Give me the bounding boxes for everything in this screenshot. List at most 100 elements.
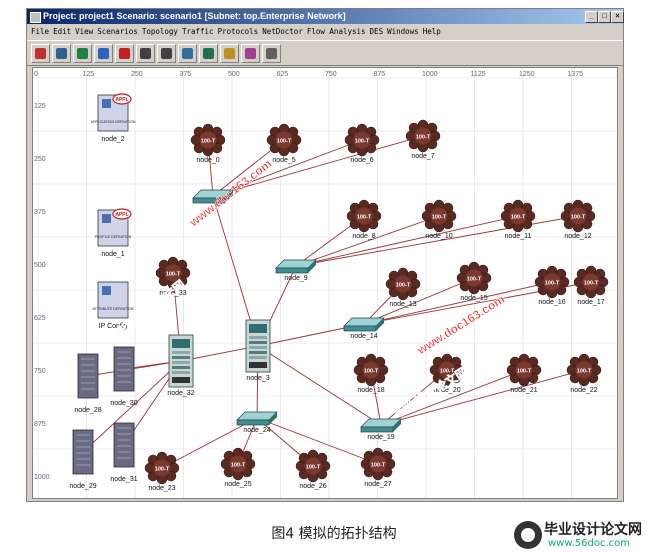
ruler-x-tick: 750	[325, 71, 337, 78]
node-label: node_27	[364, 481, 391, 488]
topology-icon	[77, 48, 88, 59]
node-node-12[interactable]: 100-T node_12	[560, 199, 596, 240]
node-label: node_26	[299, 483, 326, 490]
menu-edit[interactable]: Edit	[53, 25, 71, 39]
definition-badge-text: APPL	[115, 212, 128, 218]
node-node-2[interactable]: APPL APPLICATION DEFINITION node_2	[91, 93, 136, 143]
ruler-x-tick: 250	[131, 71, 143, 78]
node-node-22[interactable]: 100-T node_22	[566, 353, 602, 394]
view-results-button[interactable]	[220, 44, 239, 63]
node-label: node_6	[350, 157, 373, 164]
node-label: node_30	[110, 400, 137, 407]
failure-icon	[119, 48, 130, 59]
node-label: node_7	[411, 153, 434, 160]
node-node-30[interactable]: node_30	[110, 346, 138, 407]
ruler-x-tick: 500	[228, 71, 240, 78]
server-case	[77, 353, 99, 399]
node-node-21[interactable]: 100-T node_21	[506, 353, 542, 394]
node-label: node_21	[510, 387, 537, 394]
node-label: node_0	[196, 157, 219, 164]
configure-button[interactable]	[178, 44, 197, 63]
node-node-28[interactable]: node_28	[74, 353, 102, 414]
switch-front-face	[360, 426, 394, 433]
ruler-x-tick: 875	[374, 71, 386, 78]
node-label: node_22	[570, 387, 597, 394]
title-bar[interactable]: Project: project1 Scenario: scenario1 [S…	[27, 9, 624, 24]
node-node-26[interactable]: 100-T node_26	[295, 449, 331, 490]
menu-netdoctor[interactable]: NetDoctor	[262, 25, 303, 39]
node-node-19[interactable]: node_19	[360, 418, 402, 441]
menu-topology[interactable]: Topology	[142, 25, 178, 39]
switch-icon	[360, 418, 402, 433]
server-case	[72, 429, 94, 475]
workspace-canvas[interactable]: 0 125 250 375 500 625 750 875 1000 1125 1250 1375 15…	[32, 67, 624, 503]
menu-scenarios[interactable]: Scenarios	[97, 25, 138, 39]
menu-view[interactable]: View	[75, 25, 93, 39]
menu-protocols[interactable]: Protocols	[218, 25, 259, 39]
node-node-1[interactable]: APPL PROFILE DEFINITION node_1	[95, 208, 132, 258]
router-slot	[249, 346, 267, 349]
node-node-11[interactable]: 100-T node_11	[500, 199, 536, 240]
open-button[interactable]	[31, 44, 50, 63]
node-node-23[interactable]: 100-T node_23	[144, 451, 180, 492]
node-node-9[interactable]: node_9	[275, 259, 317, 282]
window-title: Project: project1 Scenario: scenario1 [S…	[43, 11, 346, 21]
ruler-y-tick: 875	[34, 421, 46, 428]
statistics-button[interactable]	[241, 44, 260, 63]
node-node-18[interactable]: 100-T node_18	[353, 353, 389, 394]
node-node-17[interactable]: 100-T node_17	[573, 265, 609, 306]
node-label: node_29	[69, 483, 96, 490]
results-button[interactable]	[199, 44, 218, 63]
logo-url: www.56doc.com	[548, 538, 631, 549]
node-node-6[interactable]: 100-T node_6	[344, 123, 380, 164]
hide-graphs-button[interactable]	[262, 44, 281, 63]
topology-button[interactable]	[73, 44, 92, 63]
node-label: node_32	[167, 390, 194, 397]
node-node-10[interactable]: 100-T node_10	[421, 199, 457, 240]
ruler-x-tick: 1250	[519, 71, 535, 78]
zoom-in-icon	[140, 48, 151, 59]
router-slot	[172, 371, 190, 374]
router-slot	[249, 356, 267, 359]
node-node-14[interactable]: node_14	[343, 317, 385, 340]
menu-des[interactable]: DES	[370, 25, 384, 39]
menu-flow-analysis[interactable]: Flow Analysis	[307, 25, 366, 39]
node-node-15[interactable]: 100-T node_15	[456, 261, 492, 302]
menu-windows[interactable]: Windows	[387, 25, 419, 39]
node-label: node_25	[224, 481, 251, 488]
node-label: node_16	[538, 299, 565, 306]
minimize-button[interactable]: _	[585, 11, 598, 23]
node-node-0[interactable]: 100-T node_0	[190, 123, 226, 164]
node-node-5[interactable]: 100-T node_5	[266, 123, 302, 164]
maximize-button[interactable]: □	[598, 11, 611, 23]
node-node-25[interactable]: 100-T node_25	[220, 447, 256, 488]
node-label: node_24	[243, 427, 270, 434]
node-node-29[interactable]: node_29	[69, 429, 97, 490]
node-node-27[interactable]: 100-T node_27	[360, 447, 396, 488]
node-node-7[interactable]: 100-T node_7	[405, 119, 441, 160]
model-button[interactable]	[52, 44, 71, 63]
network-topology: 0 125 250 375 500 625 750 875 1000 1125 1250 1375 15…	[33, 68, 624, 503]
node-node-13[interactable]: 100-T node_13	[385, 267, 421, 308]
failure-button[interactable]	[115, 44, 134, 63]
node-node-24[interactable]: node_24	[236, 411, 278, 434]
zoom-out-button[interactable]	[157, 44, 176, 63]
ruler-x-tick: 0	[34, 71, 38, 78]
node-node-8[interactable]: 100-T node_8	[346, 199, 382, 240]
menu-traffic[interactable]: Traffic	[182, 25, 214, 39]
router-base	[249, 362, 267, 368]
menu-file[interactable]: File	[31, 25, 49, 39]
close-button[interactable]: ×	[611, 11, 624, 23]
node-node-32[interactable]: node_32	[167, 334, 195, 397]
definition-object-icon: APPL PROFILE DEFINITION	[95, 208, 132, 247]
node-node-31[interactable]: node_31	[110, 422, 138, 483]
zoom-in-button[interactable]	[136, 44, 155, 63]
object-palette-button[interactable]	[94, 44, 113, 63]
open-icon	[35, 48, 46, 59]
node-node-16[interactable]: 100-T node_16	[534, 265, 570, 306]
ruler-x-tick: 125	[83, 71, 95, 78]
node-label: node_23	[148, 485, 175, 492]
ruler-x-tick: 15	[616, 71, 617, 78]
menu-help[interactable]: Help	[423, 25, 441, 39]
node-label: node_14	[350, 333, 377, 340]
